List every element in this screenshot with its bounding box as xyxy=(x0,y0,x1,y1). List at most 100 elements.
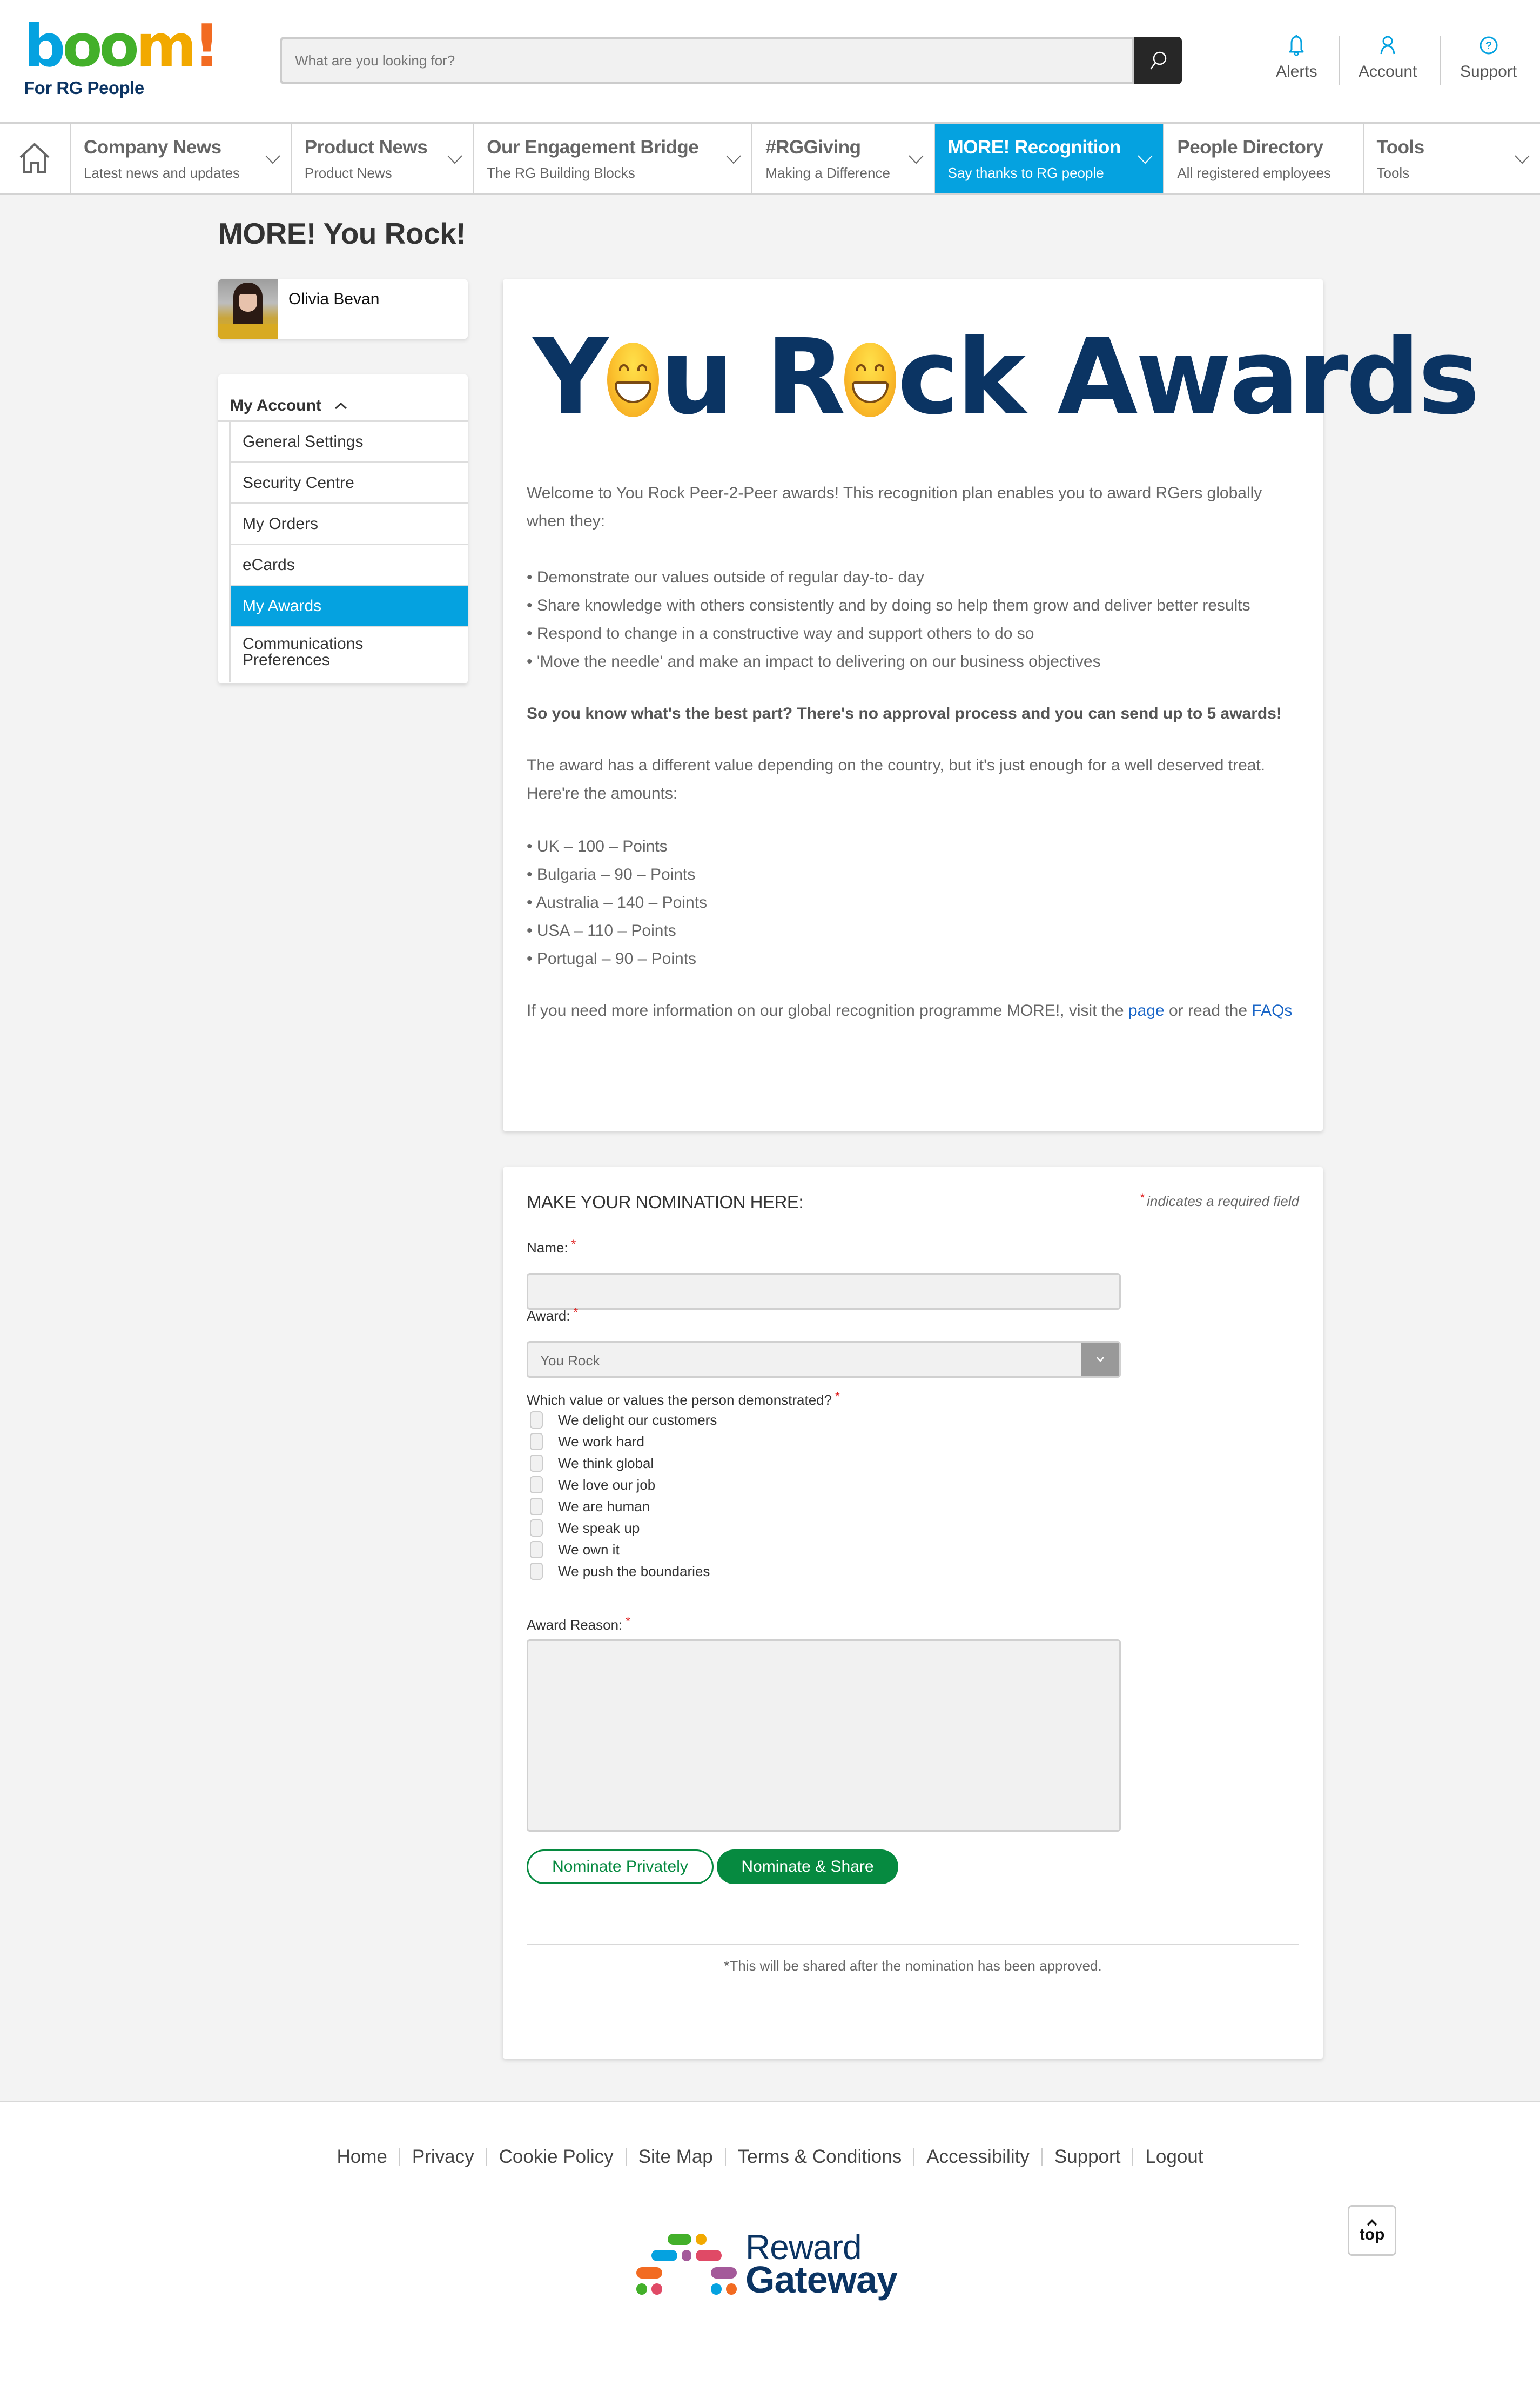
account-item-security-centre[interactable]: Security Centre xyxy=(231,463,468,504)
footer-link-terms[interactable]: Terms & Conditions xyxy=(724,2147,913,2166)
account-button[interactable]: Account xyxy=(1359,35,1417,86)
logo-letter: o xyxy=(99,12,139,80)
account-menu-toggle[interactable]: My Account xyxy=(218,374,468,422)
search-button[interactable] xyxy=(1134,37,1182,84)
award-reason-textarea[interactable] xyxy=(527,1639,1121,1832)
main-nav: Company News Latest news and updates Pro… xyxy=(0,122,1540,195)
value-checkbox[interactable]: We are human xyxy=(530,1496,717,1517)
account-menu: My Account General Settings Security Cen… xyxy=(218,374,468,683)
nav-title: People Directory xyxy=(1177,137,1323,158)
checkbox-label[interactable]: We own it xyxy=(558,1542,620,1558)
logo-letter: o xyxy=(62,12,102,80)
checkbox-label[interactable]: We love our job xyxy=(558,1477,655,1493)
checkbox[interactable] xyxy=(530,1519,543,1537)
search-bar xyxy=(280,37,1182,84)
account-item-communications-preferences[interactable]: Communications Preferences xyxy=(231,627,371,682)
checkbox[interactable] xyxy=(530,1411,543,1429)
values-checkbox-group: We delight our customers We work hard We… xyxy=(530,1409,717,1582)
required-star: * xyxy=(626,1614,630,1628)
nav-subtitle: Say thanks to RG people xyxy=(947,165,1104,181)
checkbox[interactable] xyxy=(530,1433,543,1450)
chevron-down-icon xyxy=(447,155,462,164)
value-checkbox[interactable]: We push the boundaries xyxy=(530,1560,717,1582)
footer-link-logout[interactable]: Logout xyxy=(1132,2147,1215,2166)
page-link[interactable]: page xyxy=(1128,1002,1165,1020)
faqs-link[interactable]: FAQs xyxy=(1252,1002,1292,1020)
banner-text: ck xyxy=(897,317,1025,438)
footer-link-privacy[interactable]: Privacy xyxy=(399,2147,486,2166)
logo-letter: b xyxy=(24,12,65,80)
footer-link-home[interactable]: Home xyxy=(325,2147,399,2166)
search-input[interactable] xyxy=(280,37,1134,84)
label-text: Award Reason: xyxy=(527,1617,623,1633)
alerts-button[interactable]: Alerts xyxy=(1276,35,1317,86)
nominate-share-button[interactable]: Nominate & Share xyxy=(717,1849,898,1884)
value-checkbox[interactable]: We work hard xyxy=(530,1431,717,1452)
criteria-text: Share knowledge with others consistently… xyxy=(536,597,1250,614)
checkbox-label[interactable]: We delight our customers xyxy=(558,1412,717,1429)
highlight-text: So you know what's the best part? There'… xyxy=(527,705,1282,722)
avatar-shirt xyxy=(218,324,278,339)
nav-people-directory[interactable]: People Directory All registered employee… xyxy=(1164,124,1364,193)
banner-text: Y xyxy=(533,317,608,438)
profile-name: Olivia Bevan xyxy=(288,290,380,308)
account-item-general-settings[interactable]: General Settings xyxy=(231,422,468,463)
account-item-my-awards[interactable]: My Awards xyxy=(231,586,468,627)
support-button[interactable]: ? Support xyxy=(1460,35,1517,86)
nav-rggiving[interactable]: #RGGiving Making a Difference xyxy=(752,124,935,193)
back-to-top-button[interactable]: top xyxy=(1348,2205,1396,2256)
value-checkbox[interactable]: We delight our customers xyxy=(530,1409,717,1431)
footer-link-support[interactable]: Support xyxy=(1041,2147,1133,2166)
grinning-emoji-icon xyxy=(607,343,660,417)
name-input[interactable] xyxy=(527,1273,1121,1310)
required-star: * xyxy=(1140,1191,1145,1204)
value-checkbox[interactable]: We love our job xyxy=(530,1474,717,1496)
label-text: Award: xyxy=(527,1308,570,1324)
amount-text: Portugal – 90 – Points xyxy=(536,950,697,968)
divider xyxy=(527,1944,1299,1945)
footer-link-accessibility[interactable]: Accessibility xyxy=(913,2147,1041,2166)
checkbox[interactable] xyxy=(530,1541,543,1558)
checkbox-label[interactable]: We work hard xyxy=(558,1433,644,1450)
footer-link-site-map[interactable]: Site Map xyxy=(625,2147,725,2166)
checkbox[interactable] xyxy=(530,1476,543,1493)
nav-subtitle: Latest news and updates xyxy=(83,165,240,181)
account-item-my-orders[interactable]: My Orders xyxy=(231,504,468,545)
amount-item: • Bulgaria – 90 – Points xyxy=(527,866,696,883)
value-checkbox[interactable]: We think global xyxy=(530,1452,717,1474)
account-item-ecards[interactable]: eCards xyxy=(231,545,468,586)
nav-home[interactable] xyxy=(0,124,71,193)
checkbox-label[interactable]: We speak up xyxy=(558,1520,640,1537)
checkbox[interactable] xyxy=(530,1455,543,1472)
checkbox-label[interactable]: We are human xyxy=(558,1498,650,1515)
profile-card[interactable]: Olivia Bevan xyxy=(218,279,468,339)
award-select[interactable]: You Rock xyxy=(527,1341,1121,1378)
reward-gateway-mark-icon xyxy=(636,2234,737,2295)
value-checkbox[interactable]: We own it xyxy=(530,1539,717,1560)
nav-tools[interactable]: Tools Tools xyxy=(1364,124,1540,193)
select-arrow[interactable] xyxy=(1081,1343,1119,1376)
footer-link-cookie-policy[interactable]: Cookie Policy xyxy=(486,2147,626,2166)
checkbox[interactable] xyxy=(530,1563,543,1580)
nav-more-recognition[interactable]: MORE! Recognition Say thanks to RG peopl… xyxy=(934,124,1165,193)
avatar xyxy=(218,279,278,339)
support-label: Support xyxy=(1460,63,1517,81)
bell-icon xyxy=(1289,35,1304,56)
checkbox-label[interactable]: We think global xyxy=(558,1455,654,1472)
account-menu-list: General Settings Security Centre My Orde… xyxy=(218,422,468,682)
nav-engagement-bridge[interactable]: Our Engagement Bridge The RG Building Bl… xyxy=(474,124,753,193)
boom-logo[interactable]: boom! For RG People xyxy=(24,12,220,98)
value-checkbox[interactable]: We speak up xyxy=(530,1517,717,1539)
nav-company-news[interactable]: Company News Latest news and updates xyxy=(71,124,292,193)
brand-line2: Gateway xyxy=(745,2259,898,2301)
user-icon xyxy=(1380,36,1395,55)
checkbox[interactable] xyxy=(530,1498,543,1515)
nominate-privately-button[interactable]: Nominate Privately xyxy=(527,1849,714,1884)
form-title: MAKE YOUR NOMINATION HERE: xyxy=(527,1192,804,1212)
checkbox-label[interactable]: We push the boundaries xyxy=(558,1563,710,1580)
site-header: boom! For RG People Alerts Account ? Sup… xyxy=(0,0,1540,122)
nav-product-news[interactable]: Product News Product News xyxy=(292,124,474,193)
label-text: Name: xyxy=(527,1239,568,1256)
nav-subtitle: Product News xyxy=(304,165,392,181)
criteria-item: • 'Move the needle' and make an impact t… xyxy=(527,653,1101,671)
